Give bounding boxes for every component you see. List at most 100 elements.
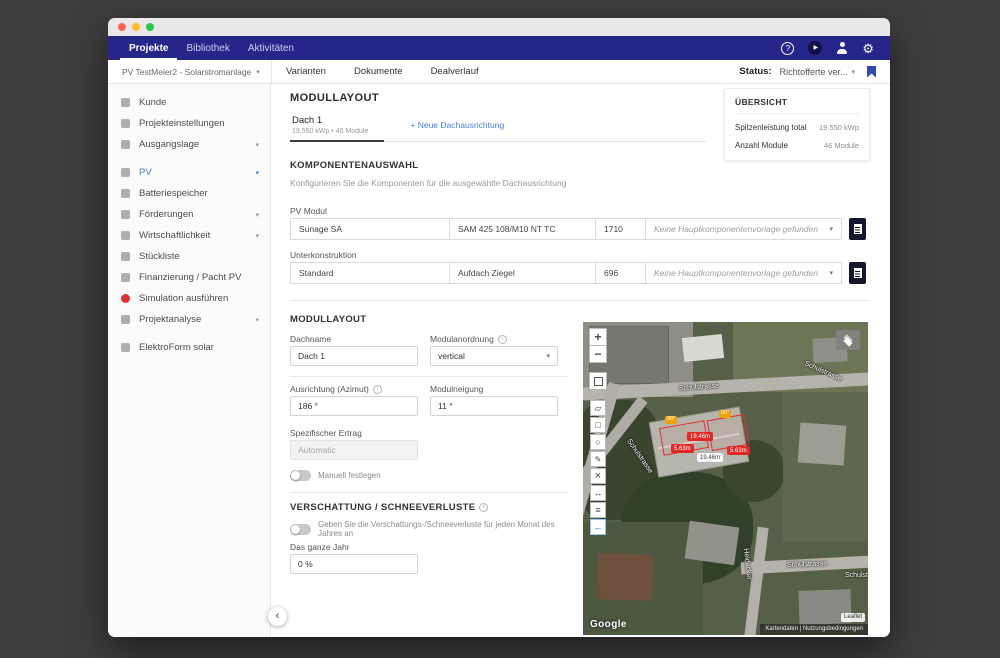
help-icon[interactable] — [781, 42, 794, 55]
azimut-input[interactable] — [290, 396, 418, 416]
uk-datasheet-button[interactable] — [849, 262, 866, 284]
angle-badge: 90° — [719, 410, 731, 418]
user-icon[interactable] — [836, 42, 848, 54]
layers-icon — [843, 335, 854, 346]
tab-dokumente[interactable]: Dokumente — [340, 60, 417, 83]
pv-template-dropdown[interactable]: Keine Hauptkomponentenvorlage gefunden — [645, 218, 842, 240]
map-canvas[interactable]: 90° 90° 19.46m 5.63m 19.46m 5.63m Schuls… — [583, 322, 868, 635]
chevron-down-icon — [546, 352, 550, 360]
sidebar-item-ausgangslage[interactable]: Ausgangslage — [108, 134, 270, 155]
uk-code-field[interactable]: 696 — [595, 262, 646, 284]
pv-model-field[interactable]: SAM 425 108/M10 NT TC — [449, 218, 596, 240]
pv-datasheet-button[interactable] — [849, 218, 866, 240]
modulanordnung-select[interactable]: vertical — [430, 346, 558, 366]
google-logo: Google — [590, 619, 627, 630]
sidebar-item-finanzierung[interactable]: Finanzierung / Pacht PV — [108, 267, 270, 288]
status-label: Status: — [739, 66, 771, 77]
project-selector[interactable]: PV TestMeier2 - Solarstromanlage — [108, 67, 271, 77]
edit-tool[interactable] — [590, 451, 606, 467]
measure-tool[interactable] — [590, 485, 606, 501]
status-area: Status: Richtofferte ver... — [739, 66, 890, 78]
overview-title: ÜBERSICHT — [735, 97, 859, 114]
modulneigung-input[interactable] — [430, 396, 558, 416]
nav-item-bibliothek[interactable]: Bibliothek — [177, 36, 238, 60]
stueckliste-icon — [121, 252, 130, 261]
tab-dealverlauf[interactable]: Dealverlauf — [417, 60, 493, 83]
zoom-out-button[interactable]: − — [589, 345, 607, 363]
desktop-background: Projekte Bibliothek Aktivitäten PV TestM… — [0, 0, 1000, 658]
jahr-input[interactable] — [290, 554, 418, 574]
measurement-badge: 19.46m — [687, 432, 713, 441]
fullscreen-icon — [594, 377, 603, 386]
modulneigung-label: Modulneigung — [430, 384, 483, 394]
sidebar-item-simulation[interactable]: Simulation ausführen — [108, 288, 270, 309]
fullscreen-window-button[interactable] — [146, 23, 154, 31]
unterkonstruktion-row: Standard Aufdach Ziegel 696 Keine Hauptk… — [290, 262, 868, 284]
delete-tool[interactable] — [590, 468, 606, 484]
gear-icon[interactable] — [862, 42, 874, 55]
fullscreen-button[interactable] — [589, 372, 607, 390]
sidebar-item-foerderungen[interactable]: Förderungen — [108, 204, 270, 225]
tab-dach-1[interactable]: Dach 1 19.550 kWp • 46 Module — [290, 115, 384, 142]
project-selector-label: PV TestMeier2 - Solarstromanlage — [122, 67, 251, 77]
sidebar-item-kunde[interactable]: Kunde — [108, 92, 270, 113]
back-tool[interactable] — [590, 519, 606, 535]
overview-card: ÜBERSICHT Spitzenleistung total 19.550 k… — [724, 88, 870, 161]
map-attribution[interactable]: Kartendaten | Nutzungsbedingungen — [760, 624, 868, 635]
uk-manufacturer-field[interactable]: Standard — [290, 262, 450, 284]
sidebar-item-pv[interactable]: PV — [108, 162, 270, 183]
dachname-label: Dachname — [290, 334, 331, 344]
projektanalyse-icon — [121, 315, 130, 324]
pv-code-field[interactable]: 1710 — [595, 218, 646, 240]
play-tour-icon[interactable] — [808, 41, 822, 55]
new-roof-orientation-link[interactable]: + Neue Dachausrichtung — [410, 120, 504, 130]
chevron-down-icon — [256, 68, 260, 76]
collapse-sidebar-button[interactable] — [268, 607, 287, 626]
bookmark-icon[interactable] — [867, 66, 876, 78]
divider — [290, 492, 568, 493]
sidebar-item-batteriespeicher[interactable]: Batteriespeicher — [108, 183, 270, 204]
manuell-toggle-row: Manuell festlegen — [290, 470, 381, 481]
menu-tool[interactable] — [590, 502, 606, 518]
uk-template-dropdown[interactable]: Keine Hauptkomponentenvorlage gefunden — [645, 262, 842, 284]
leaflet-attribution[interactable]: Leaflet — [841, 613, 865, 622]
draw-polygon-tool[interactable] — [590, 400, 606, 416]
nav-item-projekte[interactable]: Projekte — [120, 36, 177, 60]
zoom-in-button[interactable]: + — [589, 328, 607, 346]
info-icon[interactable] — [373, 385, 382, 394]
verschattung-toggle[interactable] — [290, 524, 311, 535]
sidebar-item-projekteinstellungen[interactable]: Projekteinstellungen — [108, 113, 270, 134]
komponenten-heading: KOMPONENTENAUSWAHL — [290, 160, 418, 171]
street-label: Heidacker — [742, 548, 752, 580]
sidebar-item-wirtschaftlichkeit[interactable]: Wirtschaftlichkeit — [108, 225, 270, 246]
sidebar-item-stueckliste[interactable]: Stückliste — [108, 246, 270, 267]
map-field — [783, 392, 868, 542]
chevron-down-icon — [255, 169, 259, 177]
sidebar-item-elektroform[interactable]: ElektroForm solar — [108, 337, 270, 358]
sidebar-item-projektanalyse[interactable]: Projektanalyse — [108, 309, 270, 330]
chevron-down-icon — [255, 211, 259, 219]
sidebar: Kunde Projekteinstellungen Ausgangslage … — [108, 84, 271, 637]
ertrag-input — [290, 440, 418, 460]
manuell-toggle[interactable] — [290, 470, 311, 481]
minimize-window-button[interactable] — [132, 23, 140, 31]
tab-varianten[interactable]: Varianten — [272, 60, 340, 83]
pv-modul-row: Sunage SA SAM 425 108/M10 NT TC 1710 Kei… — [290, 218, 868, 240]
elektroform-icon — [121, 343, 130, 352]
status-value: Richtofferte ver... — [780, 67, 848, 77]
pv-manufacturer-field[interactable]: Sunage SA — [290, 218, 450, 240]
draw-circle-tool[interactable] — [590, 434, 606, 450]
info-icon[interactable] — [498, 335, 507, 344]
draw-rectangle-tool[interactable] — [590, 417, 606, 433]
layers-control[interactable] — [836, 330, 860, 350]
status-dropdown[interactable]: Richtofferte ver... — [780, 67, 855, 77]
overview-row: Anzahl Module 46 Module — [735, 141, 859, 150]
uk-model-field[interactable]: Aufdach Ziegel — [449, 262, 596, 284]
dachname-input[interactable] — [290, 346, 418, 366]
verschattung-toggle-row: Geben Sie die Verschattungs-/Schneeverlu… — [290, 520, 570, 538]
close-window-button[interactable] — [118, 23, 126, 31]
nav-item-aktivitaeten[interactable]: Aktivitäten — [239, 36, 303, 60]
info-icon[interactable] — [479, 503, 488, 512]
modulanordnung-label: Modulanordnung — [430, 334, 507, 344]
measurement-badge: 19.46m — [697, 453, 723, 462]
